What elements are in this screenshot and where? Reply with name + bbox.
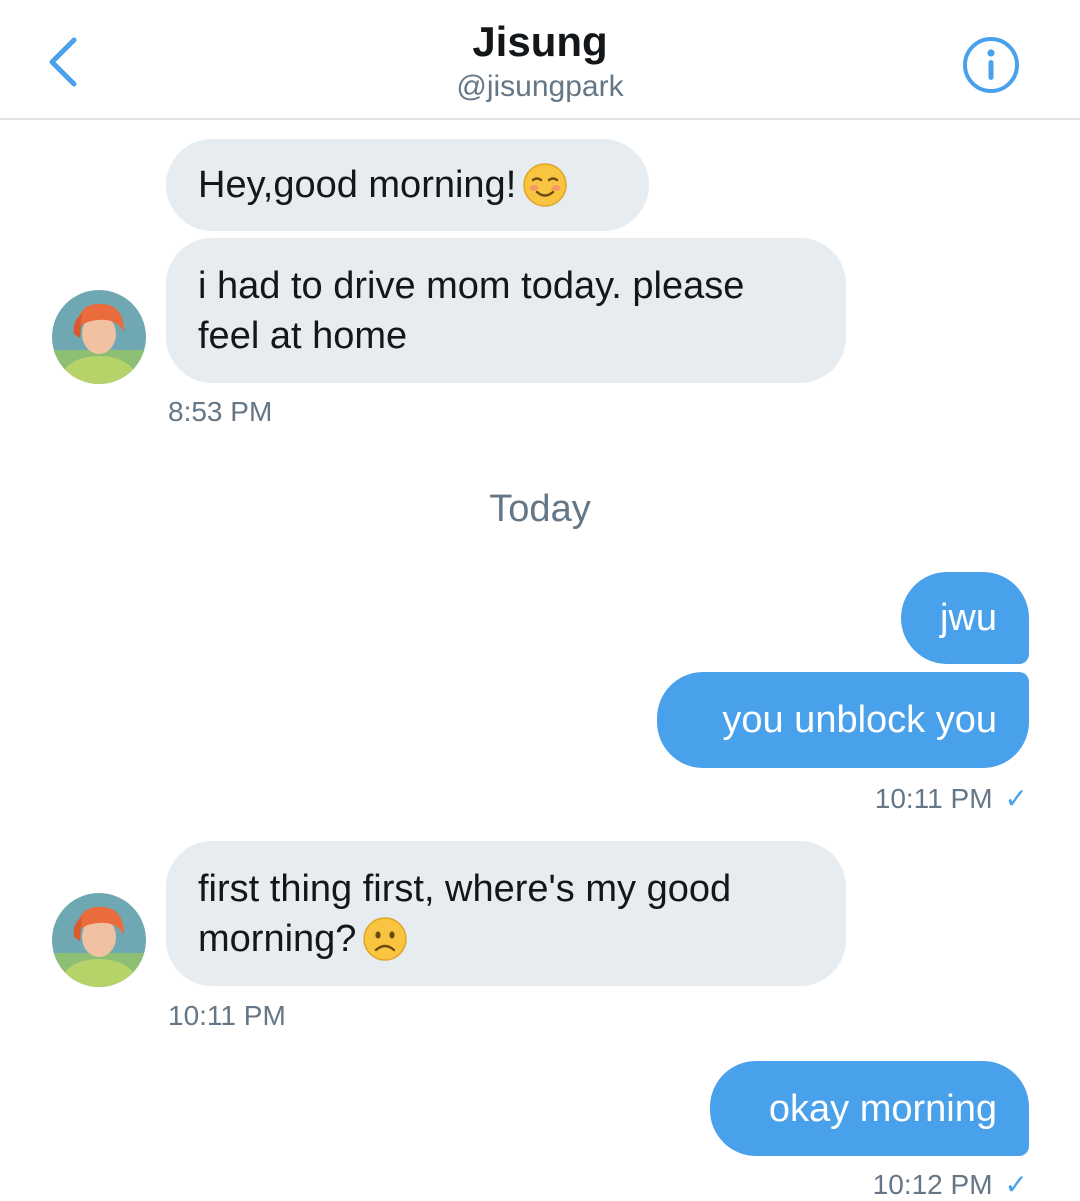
- avatar[interactable]: [52, 893, 146, 987]
- message-text-line: feel at home: [198, 314, 408, 357]
- frowning-face-emoji: [363, 916, 408, 961]
- checkmark-icon: ✓: [1004, 1169, 1028, 1200]
- message-timestamp: 10:11 PM: [168, 1000, 286, 1031]
- message-timestamp: 10:11 PM ✓: [875, 782, 1028, 815]
- incoming-message[interactable]: Hey,good morning!: [166, 139, 649, 231]
- timestamp-text: 10:11 PM: [874, 783, 993, 814]
- info-icon: [963, 37, 1019, 93]
- checkmark-icon: ✓: [1004, 783, 1028, 814]
- conversation-header: Jisung @jisungpark: [0, 0, 1080, 120]
- avatar[interactable]: [52, 290, 146, 384]
- message-timestamp: 8:53 PM: [168, 396, 273, 427]
- profile-photo: [52, 893, 146, 987]
- contact-handle: @jisungpark: [456, 70, 624, 103]
- contact-name[interactable]: Jisung: [0, 18, 1080, 66]
- message-text-line: first thing first, where's my good: [198, 867, 732, 910]
- outgoing-message[interactable]: jwu: [901, 572, 1029, 664]
- message-text: you unblock you: [722, 699, 997, 741]
- outgoing-message[interactable]: you unblock you: [657, 672, 1029, 768]
- message-timestamp: 10:12 PM ✓: [873, 1168, 1028, 1201]
- message-text: jwu: [939, 597, 997, 639]
- message-text-line: i had to drive mom today. please: [198, 264, 745, 307]
- message-text-line: morning?: [198, 917, 357, 960]
- message-text: Hey,good morning!: [198, 164, 517, 206]
- message-text-line-wrapper: morning?: [198, 914, 408, 964]
- message-text: okay morning: [768, 1087, 997, 1130]
- smiling-face-with-blush-emoji: [523, 163, 567, 207]
- info-button[interactable]: [962, 36, 1020, 94]
- outgoing-message[interactable]: okay morning: [710, 1061, 1029, 1156]
- timestamp-text: 10:12 PM: [872, 1169, 993, 1200]
- incoming-message[interactable]: first thing first, where's my good morni…: [166, 841, 846, 986]
- day-separator: Today: [489, 488, 591, 530]
- incoming-message[interactable]: i had to drive mom today. please feel at…: [166, 238, 846, 383]
- profile-photo: [52, 290, 146, 384]
